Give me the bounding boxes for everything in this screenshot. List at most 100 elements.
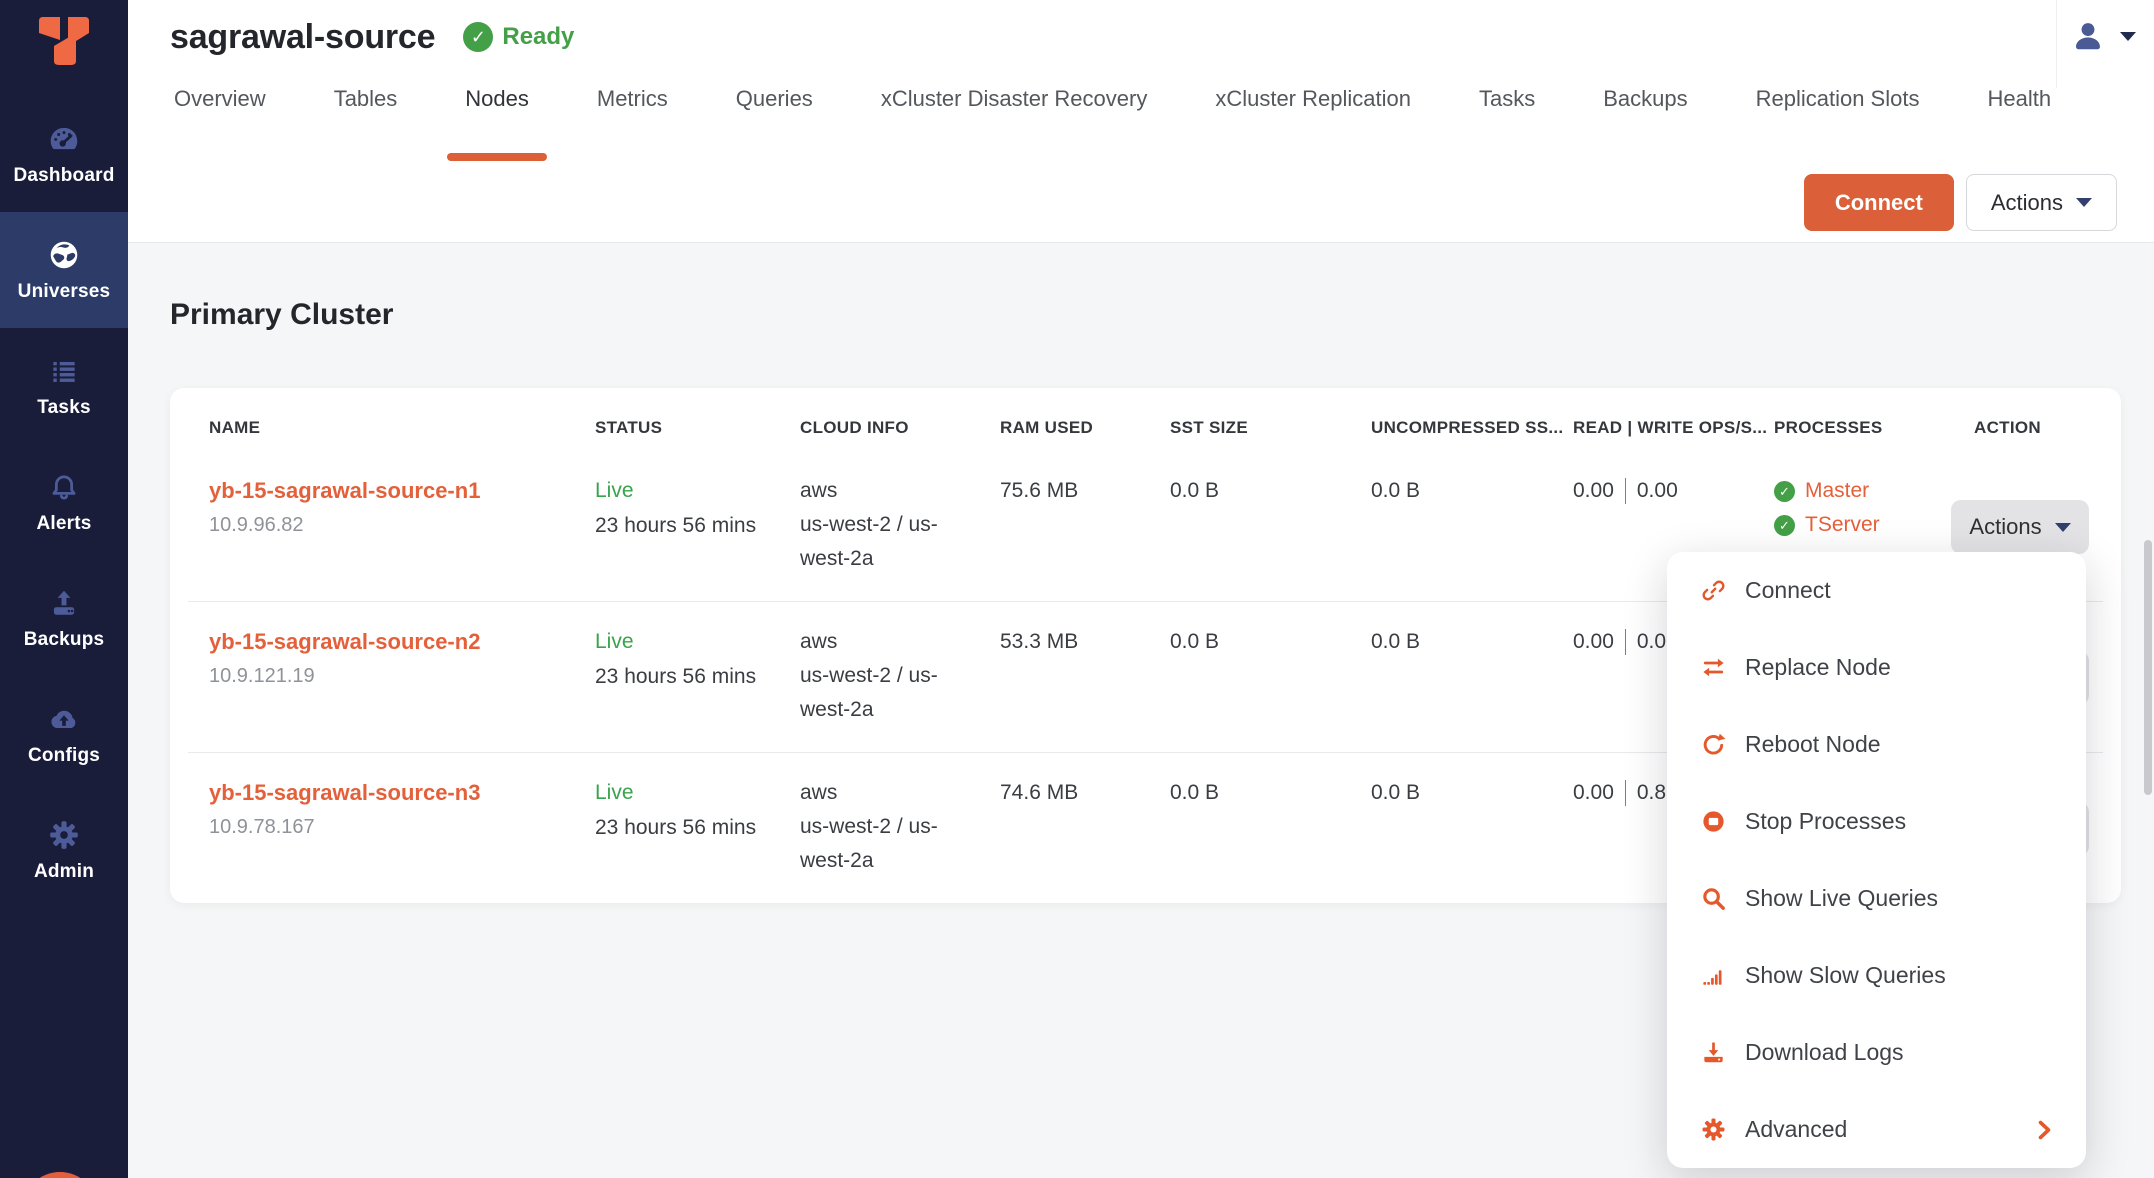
menu-item-show-live-queries[interactable]: Show Live Queries — [1667, 860, 2086, 937]
node-actions-dropdown-button[interactable]: Actions — [1951, 500, 2089, 554]
column-header-sst-size[interactable]: SST SIZE — [1170, 418, 1371, 438]
link-icon — [1700, 577, 1727, 604]
tab-replication-slots[interactable]: Replication Slots — [1756, 86, 1920, 161]
topbar-divider — [2056, 0, 2057, 88]
column-header-status[interactable]: STATUS — [595, 418, 800, 438]
uncompressed-sst-size: 0.0 B — [1371, 474, 1573, 508]
cloud-region: us-west-2 / us- — [800, 810, 1000, 844]
chevron-down-icon — [2120, 32, 2136, 41]
column-header-ram-used[interactable]: RAM USED — [1000, 418, 1170, 438]
sidebar-item-configs[interactable]: Configs — [0, 676, 128, 792]
read-write-ops: 0.00 0.00 — [1573, 474, 1774, 508]
node-ip: 10.9.121.19 — [209, 659, 595, 694]
node-actions-menu: Connect Replace Node Reboot Node Stop Pr… — [1667, 552, 2086, 1168]
universe-status-badge: ✓ Ready — [463, 22, 574, 52]
node-status: Live — [595, 625, 800, 659]
sidebar-item-tasks[interactable]: Tasks — [0, 328, 128, 444]
node-ip: 10.9.96.82 — [209, 508, 595, 543]
ops-divider — [1625, 780, 1626, 806]
sidebar-item-label: Backups — [24, 629, 105, 651]
primary-cluster-heading: Primary Cluster — [170, 298, 393, 332]
sst-size: 0.0 B — [1170, 776, 1371, 810]
sidebar-nav: Dashboard Universes Tasks Alerts — [0, 96, 128, 908]
menu-item-show-slow-queries[interactable]: Show Slow Queries — [1667, 937, 2086, 1014]
sidebar-item-backups[interactable]: Backups — [0, 560, 128, 676]
bell-icon — [47, 470, 81, 504]
ops-divider — [1625, 629, 1626, 655]
universe-header: sagrawal-source ✓ Ready — [128, 0, 2154, 74]
column-header-uncompressed-sst[interactable]: UNCOMPRESSED SS... — [1371, 418, 1573, 438]
menu-item-download-logs[interactable]: Download Logs — [1667, 1014, 2086, 1091]
column-header-read-write-ops[interactable]: READ | WRITE OPS/S... — [1573, 418, 1774, 438]
tab-backups[interactable]: Backups — [1603, 86, 1687, 161]
sidebar-item-alerts[interactable]: Alerts — [0, 444, 128, 560]
uncompressed-sst-size: 0.0 B — [1371, 776, 1573, 810]
check-circle-icon: ✓ — [1774, 481, 1795, 502]
cloud-upload-icon — [47, 702, 81, 736]
chevron-down-icon — [2076, 198, 2092, 207]
tab-xcluster-disaster-recovery[interactable]: xCluster Disaster Recovery — [881, 86, 1148, 161]
person-icon — [2070, 18, 2106, 54]
column-header-cloud-info[interactable]: CLOUD INFO — [800, 418, 1000, 438]
universe-action-buttons: Connect Actions — [1804, 174, 2117, 231]
uncompressed-sst-size: 0.0 B — [1371, 625, 1573, 659]
actions-label: Actions — [1991, 190, 2063, 216]
tab-health[interactable]: Health — [1987, 86, 2051, 161]
cloud-provider: aws — [800, 776, 1000, 810]
read-ops: 0.00 — [1573, 776, 1614, 810]
node-status: Live — [595, 474, 800, 508]
node-ip: 10.9.78.167 — [209, 810, 595, 845]
download-icon — [1700, 1039, 1727, 1066]
tab-queries[interactable]: Queries — [736, 86, 813, 161]
node-name-link[interactable]: yb-15-sagrawal-source-n1 — [209, 474, 595, 508]
sidebar-item-label: Configs — [28, 745, 100, 767]
menu-item-replace-node[interactable]: Replace Node — [1667, 629, 2086, 706]
sst-size: 0.0 B — [1170, 625, 1371, 659]
upload-drive-icon — [47, 586, 81, 620]
universe-title: sagrawal-source — [170, 18, 435, 57]
sidebar-item-admin[interactable]: Admin — [0, 792, 128, 908]
menu-item-stop-processes[interactable]: Stop Processes — [1667, 783, 2086, 860]
universe-actions-dropdown-button[interactable]: Actions — [1966, 174, 2117, 231]
status-label: Ready — [502, 23, 574, 51]
menu-item-reboot-node[interactable]: Reboot Node — [1667, 706, 2086, 783]
help-bubble[interactable] — [22, 1172, 98, 1178]
node-status: Live — [595, 776, 800, 810]
node-uptime: 23 hours 56 mins — [595, 508, 800, 543]
write-ops: 0.00 — [1637, 474, 1678, 508]
search-icon — [1700, 885, 1727, 912]
cloud-region: us-west-2 / us- — [800, 508, 1000, 542]
tab-overview[interactable]: Overview — [174, 86, 266, 161]
sidebar-item-universes[interactable]: Universes — [0, 212, 128, 328]
node-name-link[interactable]: yb-15-sagrawal-source-n2 — [209, 625, 595, 659]
check-circle-icon: ✓ — [463, 22, 493, 52]
sidebar-item-label: Dashboard — [13, 165, 114, 187]
stop-circle-icon — [1700, 808, 1727, 835]
tab-xcluster-replication[interactable]: xCluster Replication — [1215, 86, 1411, 161]
read-ops: 0.00 — [1573, 474, 1614, 508]
cloud-zone: west-2a — [800, 693, 1000, 727]
chevron-down-icon — [2055, 523, 2071, 532]
ram-used: 74.6 MB — [1000, 776, 1170, 810]
tab-nodes[interactable]: Nodes — [465, 86, 529, 161]
tab-tables[interactable]: Tables — [334, 86, 398, 161]
cloud-region: us-west-2 / us- — [800, 659, 1000, 693]
column-header-processes[interactable]: PROCESSES — [1774, 418, 1974, 438]
sidebar-item-label: Universes — [18, 281, 111, 303]
ops-divider — [1625, 478, 1626, 504]
table-header-row: NAME STATUS CLOUD INFO RAM USED SST SIZE… — [170, 388, 2121, 450]
sidebar: Dashboard Universes Tasks Alerts — [0, 0, 128, 1178]
cloud-provider: aws — [800, 625, 1000, 659]
menu-item-connect[interactable]: Connect — [1667, 552, 2086, 629]
gear-icon — [1700, 1116, 1727, 1143]
tab-metrics[interactable]: Metrics — [597, 86, 668, 161]
menu-item-advanced[interactable]: Advanced — [1667, 1091, 2086, 1168]
tab-tasks[interactable]: Tasks — [1479, 86, 1535, 161]
process-master: ✓ Master — [1774, 474, 1974, 508]
sidebar-item-dashboard[interactable]: Dashboard — [0, 96, 128, 212]
connect-button[interactable]: Connect — [1804, 174, 1954, 231]
column-header-name[interactable]: NAME — [209, 418, 595, 438]
scrollbar-thumb[interactable] — [2144, 540, 2152, 795]
node-name-link[interactable]: yb-15-sagrawal-source-n3 — [209, 776, 595, 810]
user-menu-button[interactable] — [2070, 18, 2136, 54]
